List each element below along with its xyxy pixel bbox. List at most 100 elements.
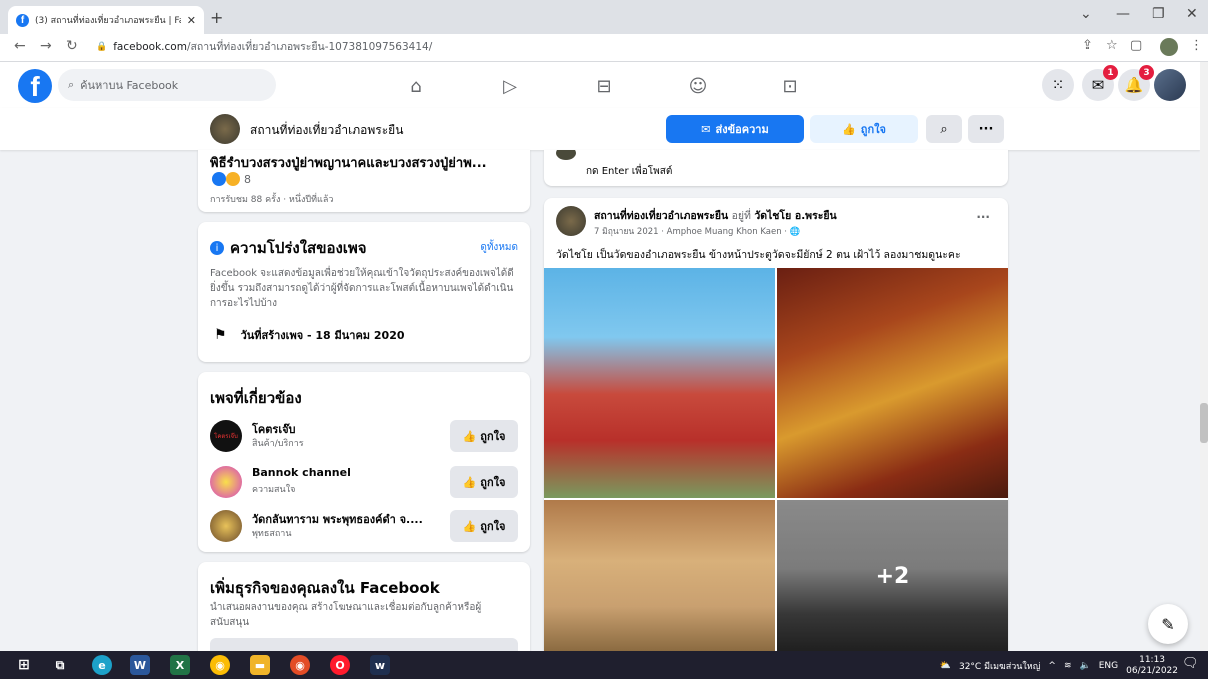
new-tab-button[interactable]: +	[210, 8, 223, 27]
browser-tab[interactable]: f (3) สถานที่ท่องเที่ยวอำเภอพระยืน | Fa …	[8, 6, 204, 34]
related-page-avatar[interactable]	[210, 510, 242, 542]
share-icon[interactable]: ⇪	[1082, 38, 1093, 53]
lock-icon: 🔒	[96, 41, 108, 52]
clock-time: 11:13	[1139, 655, 1166, 665]
reload-icon[interactable]: ↻	[66, 38, 78, 54]
post-author[interactable]: สถานที่ท่องเที่ยวอำเภอพระยืน	[594, 210, 728, 222]
close-window-icon[interactable]: ✕	[1186, 6, 1198, 22]
video-views: การรับชม 88 ครั้ง · หนึ่งปีที่แล้ว	[210, 195, 334, 205]
messenger-icon[interactable]: ✉ 1	[1082, 65, 1118, 101]
post-photo-ceremony[interactable]	[544, 500, 775, 652]
thumbs-up-icon: 👍	[462, 429, 477, 443]
transparency-title: ความโปร่งใสของเพจ	[230, 239, 367, 257]
facebook-favicon-icon: f	[16, 13, 29, 27]
minimize-icon[interactable]: —	[1116, 6, 1130, 22]
like-page-button[interactable]: 👍 ถูกใจ	[810, 115, 918, 143]
flag-icon: ⚑	[214, 327, 227, 343]
edge-icon[interactable]: e	[92, 655, 112, 675]
related-page-avatar[interactable]	[210, 466, 242, 498]
compose-message-icon[interactable]: ✎	[1148, 604, 1188, 644]
reaction-count: 8	[244, 172, 251, 186]
bookmark-star-icon[interactable]: ☆	[1106, 38, 1118, 53]
transparency-card: i ความโปร่งใสของเพจ ดูทั้งหมด Facebook จ…	[198, 222, 530, 362]
like-label: ถูกใจ	[480, 430, 506, 443]
groups-icon[interactable]: ☺	[686, 74, 710, 98]
business-card: เพิ่มธุรกิจของคุณลงใน Facebook นำเสนอผลง…	[198, 562, 530, 652]
url-field[interactable]: 🔒 facebook.com/สถานที่ท่องเที่ยวอำเภอพระ…	[96, 38, 432, 55]
system-tray: ⛅ 32°C มีเมฆส่วนใหญ่ ^ ≋ 🔈 ENG 11:13 06/…	[940, 655, 1178, 677]
post-photo-golden-buddha[interactable]	[777, 268, 1008, 498]
task-view-icon[interactable]: ⧉	[50, 655, 70, 675]
forward-icon[interactable]: →	[40, 38, 52, 54]
page-more-button[interactable]: ···	[968, 115, 1004, 143]
facebook-search[interactable]: ⌕ ค้นหาบน Facebook	[58, 69, 276, 101]
related-page-category: ความสนใจ	[252, 485, 296, 495]
page-name[interactable]: สถานที่ท่องเที่ยวอำเภอพระยืน	[250, 121, 403, 140]
scrollbar-thumb[interactable]	[1200, 403, 1208, 443]
file-explorer-icon[interactable]: ▬	[250, 655, 270, 675]
post-header: สถานที่ท่องเที่ยวอำเภอพระยืน อยู่ที่ วัด…	[594, 207, 837, 224]
post-author-avatar[interactable]	[556, 206, 586, 236]
more-photos-overlay[interactable]: +2	[777, 500, 1008, 652]
search-icon: ⌕	[68, 78, 75, 91]
info-icon: i	[210, 241, 224, 255]
page-search-button[interactable]: ⌕	[926, 115, 962, 143]
like-label: ถูกใจ	[480, 476, 506, 489]
post-meta: 7 มิถุนายน 2021 · Amphoe Muang Khon Kaen…	[594, 224, 800, 238]
transparency-body: Facebook จะแสดงข้อมูลเพื่อช่วยให้คุณเข้า…	[210, 268, 514, 309]
profile-icon[interactable]	[1160, 38, 1178, 56]
post-menu-icon[interactable]: ···	[976, 210, 990, 224]
tab-search-icon[interactable]: ⌄	[1080, 6, 1092, 22]
related-like-button[interactable]: 👍 ถูกใจ	[450, 466, 518, 498]
see-all-link[interactable]: ดูทั้งหมด	[480, 240, 518, 255]
app-icon[interactable]: w	[370, 655, 390, 675]
sidebar-icon[interactable]: ▢	[1130, 38, 1142, 53]
gaming-icon[interactable]: ⊡	[778, 74, 802, 98]
language-indicator[interactable]: ENG	[1099, 661, 1118, 671]
volume-icon[interactable]: 🔈	[1080, 661, 1091, 671]
post-at-word: อยู่ที่	[731, 210, 751, 222]
thumbs-up-icon: 👍	[462, 475, 477, 489]
reactions[interactable]: 8	[212, 172, 251, 186]
post-place[interactable]: วัดไชโย อ.พระยืน	[754, 210, 836, 222]
comment-card: กด Enter เพื่อโพสต์	[544, 150, 1008, 186]
tray-chevron-icon[interactable]: ^	[1048, 661, 1056, 671]
notifications-icon[interactable]: 🔔 3	[1118, 65, 1154, 101]
windows-start-icon[interactable]: ⊞	[14, 655, 34, 675]
watch-icon[interactable]: ▷	[498, 74, 522, 98]
facebook-logo-icon[interactable]: f	[18, 69, 52, 103]
weather-text[interactable]: 32°C มีเมฆส่วนใหญ่	[959, 659, 1040, 673]
wifi-icon[interactable]: ≋	[1064, 661, 1072, 671]
page-scrollbar[interactable]	[1200, 62, 1208, 651]
post-text: วัดไชโย เป็นวัดของอำเภอพระยืน ข้างหน้าปร…	[556, 249, 961, 261]
related-page-category: สินค้า/บริการ	[252, 439, 304, 449]
home-icon[interactable]: ⌂	[404, 74, 428, 98]
thumbs-up-icon: 👍	[462, 519, 477, 533]
wow-reaction-icon	[226, 172, 240, 186]
tab-close-icon[interactable]: ✕	[187, 14, 196, 27]
related-like-button[interactable]: 👍 ถูกใจ	[450, 420, 518, 452]
related-page-avatar[interactable]: โคตรเจ๊บ	[210, 420, 242, 452]
maximize-icon[interactable]: ❐	[1152, 6, 1165, 22]
marketplace-icon[interactable]: ⊟	[592, 74, 616, 98]
chrome-icon[interactable]: ◉	[210, 655, 230, 675]
related-page-name[interactable]: Bannok channel	[252, 466, 351, 479]
menu-grid-icon[interactable]: ⁙	[1042, 69, 1074, 101]
page-avatar[interactable]	[210, 114, 240, 144]
page-subheader	[0, 108, 1200, 150]
opera-icon[interactable]: O	[330, 655, 350, 675]
send-message-button[interactable]: ✉ ส่งข้อความ	[666, 115, 804, 143]
video-post-title[interactable]: พิธีรำบวงสรวงปู่ย่าพญานาคและบวงสรวงปู่ย่…	[210, 152, 487, 173]
post-photo-temple-gate[interactable]	[544, 268, 775, 498]
account-avatar[interactable]	[1154, 69, 1186, 101]
related-like-button[interactable]: 👍 ถูกใจ	[450, 510, 518, 542]
clock-date: 06/21/2022	[1126, 666, 1178, 676]
chrome-alt-icon[interactable]: ◉	[290, 655, 310, 675]
excel-icon[interactable]: X	[170, 655, 190, 675]
business-button[interactable]	[210, 638, 518, 652]
browser-menu-icon[interactable]: ⋮	[1190, 38, 1203, 53]
clock[interactable]: 11:13 06/21/2022	[1126, 655, 1178, 677]
back-icon[interactable]: ←	[14, 38, 26, 54]
word-icon[interactable]: W	[130, 655, 150, 675]
notification-center-icon[interactable]: 🗨	[1182, 656, 1199, 671]
